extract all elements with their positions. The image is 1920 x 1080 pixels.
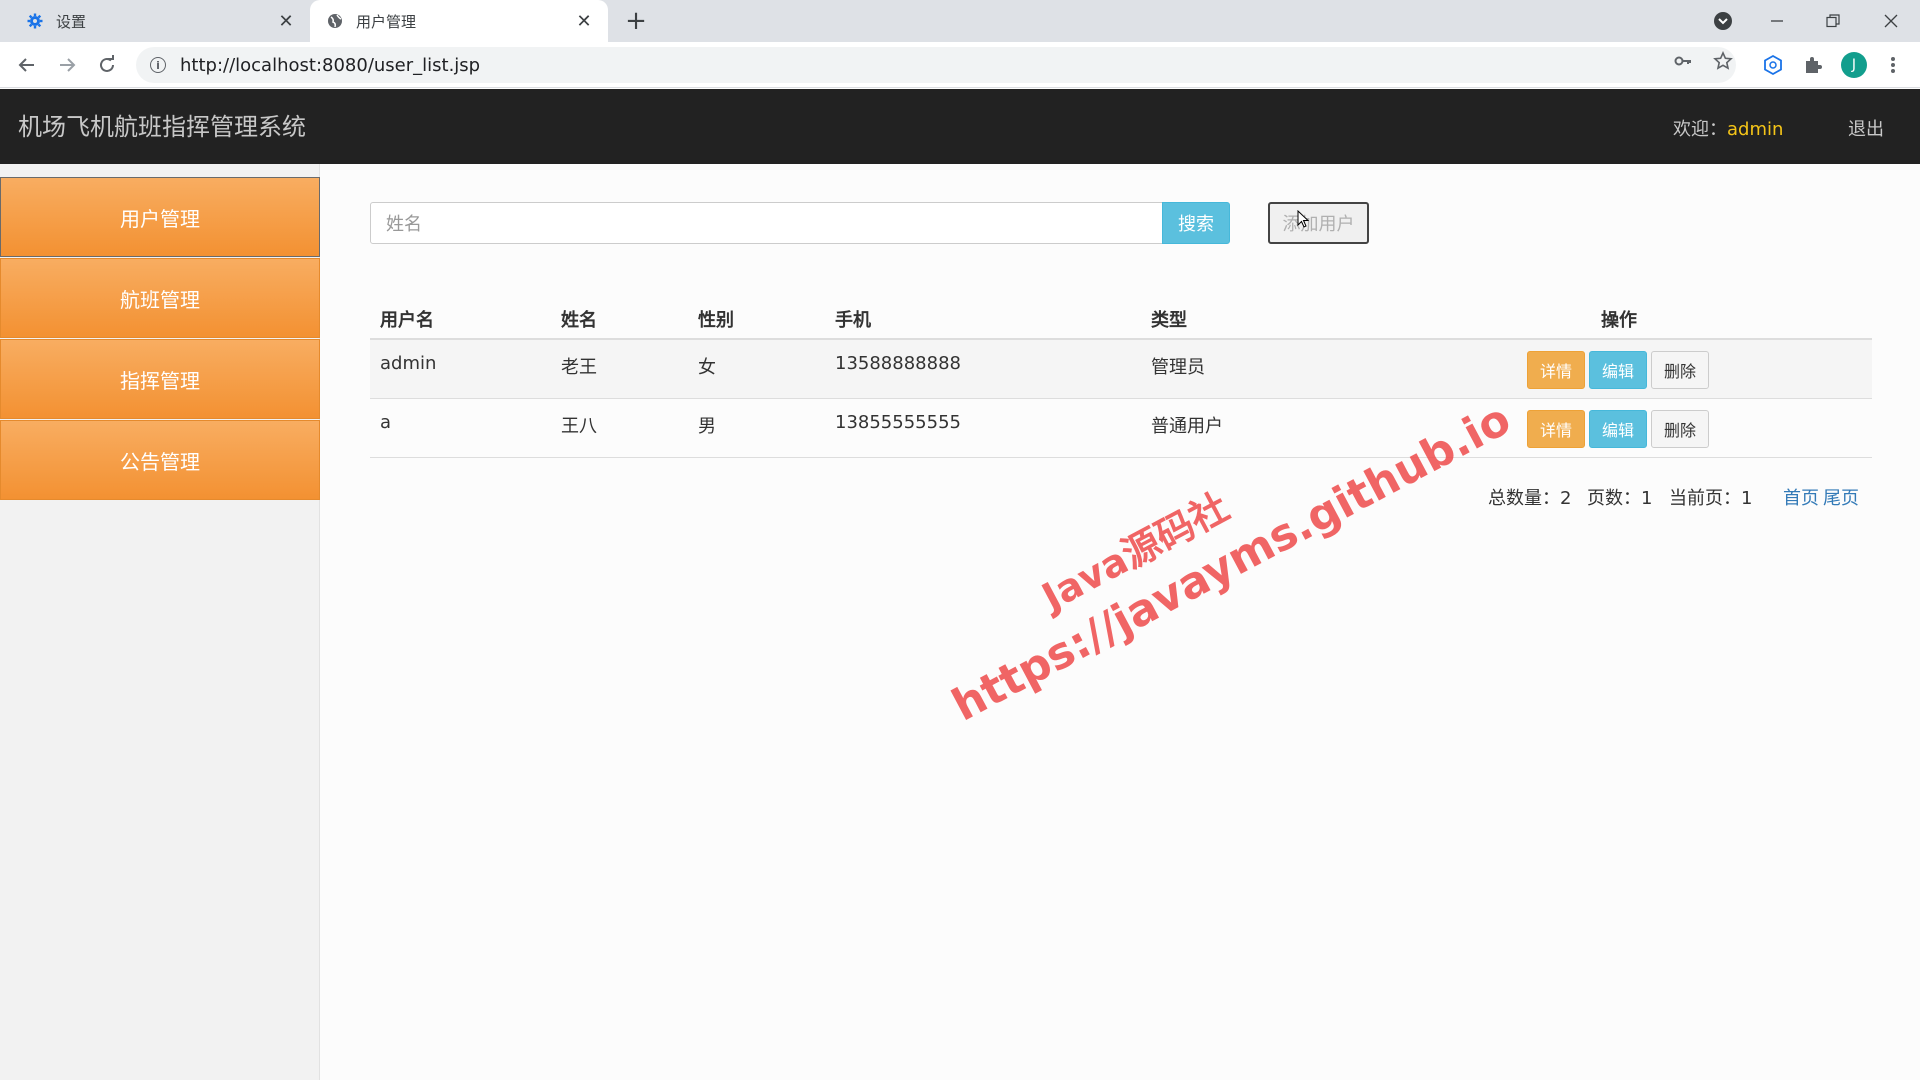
globe-icon [326, 12, 344, 30]
kebab-menu-icon[interactable] [1880, 52, 1906, 78]
edit-button[interactable]: 编辑 [1589, 351, 1647, 389]
page-count: 页数：1 [1587, 484, 1652, 510]
tab-search-icon[interactable] [1698, 0, 1748, 42]
cell-phone: 13588888888 [835, 353, 961, 374]
bookmark-star-icon[interactable] [1712, 50, 1734, 72]
close-icon[interactable]: ✕ [274, 9, 298, 33]
cell-username: admin [380, 353, 437, 374]
welcome-label: 欢迎： [1673, 119, 1727, 140]
browser-tabstrip: 设置 ✕ 用户管理 ✕ + [0, 0, 1920, 42]
extension-hexagon-icon[interactable] [1760, 52, 1786, 78]
column-header-actions: 操作 [1601, 310, 1637, 331]
key-icon[interactable] [1672, 50, 1694, 72]
search-button[interactable]: 搜索 [1162, 202, 1230, 244]
cell-gender: 男 [698, 416, 716, 437]
app-title: 机场飞机航班指挥管理系统 [18, 113, 306, 141]
sidebar-item-command-management[interactable]: 指挥管理 [0, 339, 320, 419]
tab-title: 用户管理 [356, 12, 417, 31]
column-header-phone: 手机 [835, 310, 871, 331]
gear-icon [26, 12, 44, 30]
cell-gender: 女 [698, 357, 716, 378]
detail-button[interactable]: 详情 [1527, 351, 1585, 389]
table-header: 用户名 姓名 性别 手机 类型 操作 [370, 298, 1872, 340]
puzzle-extensions-icon[interactable] [1800, 52, 1826, 78]
url-text: http://localhost:8080/user_list.jsp [180, 54, 481, 76]
cell-username: a [380, 412, 392, 433]
new-tab-plus-icon[interactable]: + [622, 6, 650, 36]
cell-phone: 13855555555 [835, 412, 961, 433]
total-count: 总数量：2 [1488, 484, 1571, 510]
pages-value: 1 [1641, 488, 1653, 509]
logout-link[interactable]: 退出 [1848, 115, 1884, 141]
total-label: 总数量： [1488, 488, 1560, 509]
current-label: 当前页： [1669, 488, 1741, 509]
pages-label: 页数： [1587, 488, 1641, 509]
cell-name: 王八 [561, 416, 597, 437]
current-value: 1 [1741, 488, 1753, 509]
forward-arrow-icon[interactable] [52, 50, 82, 80]
sidebar-item-user-management[interactable]: 用户管理 [0, 177, 320, 257]
total-value: 2 [1560, 488, 1572, 509]
reload-icon[interactable] [92, 50, 122, 80]
column-header-type: 类型 [1151, 310, 1187, 331]
tab-title: 设置 [56, 12, 87, 31]
profile-avatar[interactable]: J [1841, 52, 1867, 78]
info-icon[interactable]: i [150, 57, 166, 73]
edit-button[interactable]: 编辑 [1589, 410, 1647, 448]
current-username: admin [1727, 119, 1784, 140]
cell-type: 普通用户 [1151, 416, 1223, 437]
column-header-name: 姓名 [561, 310, 597, 331]
sidebar-item-flight-management[interactable]: 航班管理 [0, 258, 320, 338]
name-search-input[interactable]: 姓名 [370, 202, 1163, 244]
table-row: a 王八 男 13855555555 普通用户 详情 编辑 删除 [370, 399, 1872, 458]
browser-tab-user-management[interactable]: 用户管理 ✕ [310, 0, 608, 42]
delete-button[interactable]: 删除 [1651, 351, 1709, 389]
app-header: 机场飞机航班指挥管理系统 欢迎：admin 退出 [0, 89, 1920, 164]
column-header-username: 用户名 [380, 310, 434, 331]
browser-toolbar: i http://localhost:8080/user_list.jsp J [0, 42, 1920, 88]
column-header-gender: 性别 [698, 310, 734, 331]
add-user-button[interactable]: 添加用户 [1268, 202, 1369, 244]
close-window-icon[interactable] [1866, 0, 1916, 42]
delete-button[interactable]: 删除 [1651, 410, 1709, 448]
minimize-icon[interactable] [1752, 0, 1802, 42]
table-row: admin 老王 女 13588888888 管理员 详情 编辑 删除 [370, 340, 1872, 399]
close-icon[interactable]: ✕ [572, 9, 596, 33]
sidebar: 用户管理 航班管理 指挥管理 公告管理 [0, 164, 320, 1080]
current-page: 当前页：1 [1669, 484, 1752, 510]
first-page-link[interactable]: 首页 [1783, 484, 1819, 510]
mouse-cursor-icon [1297, 210, 1309, 228]
cell-type: 管理员 [1151, 357, 1205, 378]
detail-button[interactable]: 详情 [1527, 410, 1585, 448]
browser-tab-settings[interactable]: 设置 ✕ [10, 0, 310, 42]
welcome-text: 欢迎：admin [1673, 115, 1783, 141]
restore-icon[interactable] [1808, 0, 1858, 42]
last-page-link[interactable]: 尾页 [1823, 484, 1859, 510]
cell-name: 老王 [561, 357, 597, 378]
address-bar[interactable]: i http://localhost:8080/user_list.jsp [136, 47, 1736, 83]
user-table: 用户名 姓名 性别 手机 类型 操作 admin 老王 女 1358888888… [370, 298, 1872, 458]
sidebar-item-notice-management[interactable]: 公告管理 [0, 420, 320, 500]
back-arrow-icon[interactable] [12, 50, 42, 80]
